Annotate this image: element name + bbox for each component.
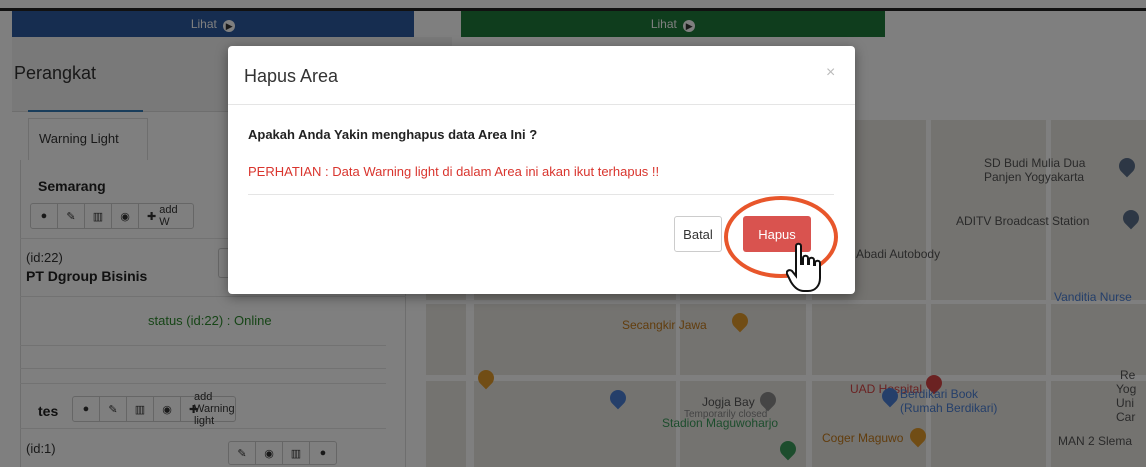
warning-text: PERHATIAN : Data Warning light di dalam …	[248, 164, 660, 179]
dialog-title: Hapus Area	[244, 66, 339, 86]
delete-area-dialog: Hapus Area × Apakah Anda Yakin menghapus…	[228, 46, 855, 294]
divider	[228, 104, 855, 105]
divider	[248, 194, 834, 195]
mouse-cursor-icon	[786, 242, 821, 292]
confirm-question: Apakah Anda Yakin menghapus data Area In…	[248, 127, 538, 142]
close-icon[interactable]: ×	[826, 64, 835, 82]
cancel-button[interactable]: Batal	[674, 216, 722, 252]
